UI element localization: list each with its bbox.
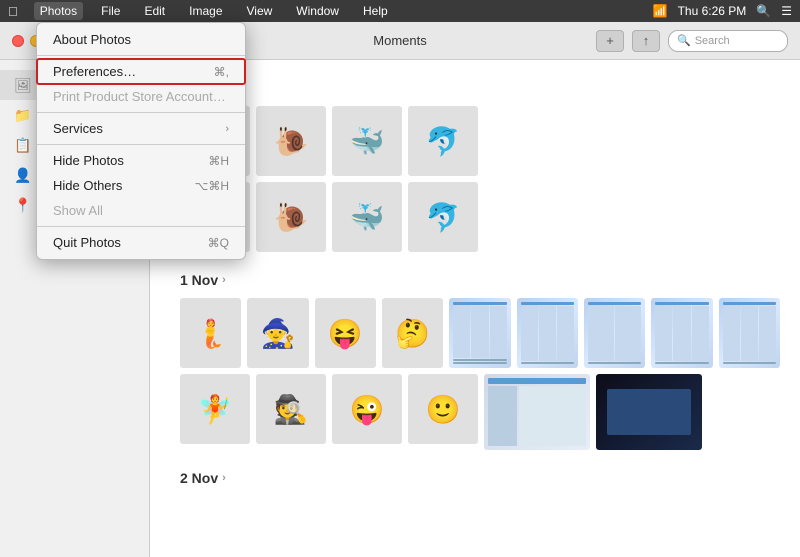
menu-item-services[interactable]: Services › bbox=[37, 116, 245, 141]
menu-item-hide-photos-label: Hide Photos bbox=[53, 153, 208, 168]
menu-item-about[interactable]: About Photos bbox=[37, 27, 245, 52]
separator-4 bbox=[37, 226, 245, 227]
menu-item-print-label: Print Product Store Account… bbox=[53, 89, 229, 104]
menu-item-show-all-label: Show All bbox=[53, 203, 229, 218]
menu-item-services-label: Services bbox=[53, 121, 225, 136]
separator-3 bbox=[37, 144, 245, 145]
separator-2 bbox=[37, 112, 245, 113]
hide-others-shortcut: ⌥⌘H bbox=[195, 179, 230, 193]
services-arrow-icon: › bbox=[225, 123, 229, 135]
menu-item-show-all: Show All bbox=[37, 198, 245, 223]
preferences-shortcut: ⌘, bbox=[214, 65, 229, 79]
quit-shortcut: ⌘Q bbox=[208, 236, 229, 250]
menu-item-about-label: About Photos bbox=[53, 32, 229, 47]
menu-item-preferences-label: Preferences… bbox=[53, 64, 214, 79]
menu-item-preferences[interactable]: Preferences… ⌘, bbox=[37, 59, 245, 84]
separator-1 bbox=[37, 55, 245, 56]
menu-item-hide-others[interactable]: Hide Others ⌥⌘H bbox=[37, 173, 245, 198]
menu-item-quit-label: Quit Photos bbox=[53, 235, 208, 250]
menu-item-hide-others-label: Hide Others bbox=[53, 178, 195, 193]
menu-item-hide-photos[interactable]: Hide Photos ⌘H bbox=[37, 148, 245, 173]
menu-item-print: Print Product Store Account… bbox=[37, 84, 245, 109]
hide-photos-shortcut: ⌘H bbox=[208, 154, 229, 168]
menu-item-quit[interactable]: Quit Photos ⌘Q bbox=[37, 230, 245, 255]
dropdown-overlay[interactable]: About Photos Preferences… ⌘, Print Produ… bbox=[0, 0, 800, 557]
photos-dropdown-menu: About Photos Preferences… ⌘, Print Produ… bbox=[36, 22, 246, 260]
